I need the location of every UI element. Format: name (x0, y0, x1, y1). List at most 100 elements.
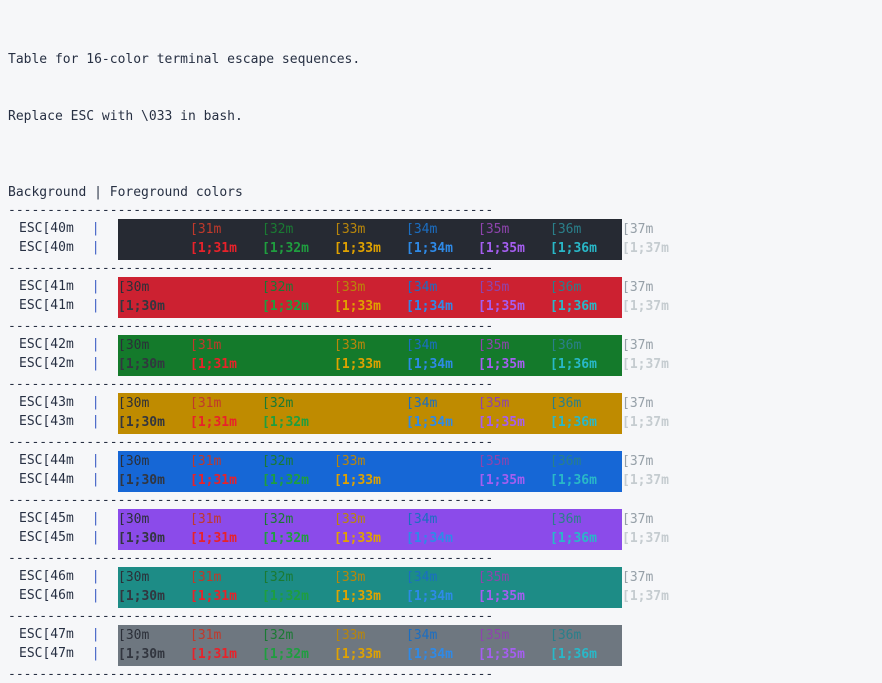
foreground-cell-32: [1;32m (262, 415, 309, 430)
foreground-cell-34: [1;34m (406, 299, 453, 314)
table-separator-41: ----------------------------------------… (8, 319, 494, 334)
foreground-cell-30: [30m (118, 280, 150, 295)
foreground-cell-30: [1;30m (118, 299, 165, 314)
foreground-cell-33: [1;33m (334, 473, 381, 488)
column-divider: | (91, 240, 100, 255)
table-separator-45: ----------------------------------------… (8, 551, 494, 566)
column-divider: | (91, 588, 100, 603)
foreground-cell-33: [1;33m (334, 241, 381, 256)
foreground-cell-36: [1;36m (550, 531, 597, 546)
foreground-cell-37: [37m (622, 396, 654, 411)
column-divider: | (91, 337, 100, 352)
background-code-text: ESC[47m (19, 627, 74, 642)
foreground-cell-35: [35m (478, 570, 510, 585)
background-code-label: ESC[44m | (19, 470, 118, 489)
foreground-cell-30: [1;30m (118, 415, 165, 430)
foreground-cell-37: [1;37m (622, 357, 669, 372)
background-code-label: ESC[47m | (19, 644, 118, 663)
background-code-label: ESC[41m | (19, 277, 118, 296)
bold-foreground-line: [1;30m[1;31m[1;32m[1;33m[1;34m[1;35m[1;3… (118, 297, 669, 316)
foreground-cell-34: [34m (406, 338, 438, 353)
foreground-cell-34: [34m (406, 222, 438, 237)
column-divider: | (91, 298, 100, 313)
background-swatch-45: [30m[31m[32m[33m[34m[35m[36m[37m[1;30m[1… (118, 509, 669, 550)
foreground-cell-35: [1;35m (478, 647, 525, 662)
intro-line-1: Table for 16-color terminal escape seque… (8, 52, 361, 67)
foreground-cell-36: [1;36m (550, 647, 597, 662)
foreground-cell-35: [35m (478, 396, 510, 411)
foreground-cell-37: [1;37m (622, 473, 669, 488)
table-row: ESC[47m | ESC[47m | [30m [31m [32m [33m [34m [35m… (4, 625, 882, 666)
foreground-cell-32: [32m (262, 454, 294, 469)
background-label-cell: ESC[40m | ESC[40m | (4, 219, 118, 257)
table-row: ESC[42m|ESC[42m|[30m[31m[32m[33m[34m[35m… (4, 335, 882, 376)
background-code-text: ESC[40m (19, 221, 74, 236)
background-code-label: ESC[42m | (19, 335, 118, 354)
intro-text: Table for 16-color terminal escape seque… (4, 12, 882, 164)
foreground-cell-30: [1;30m (118, 531, 165, 546)
table-row: ESC[43m|ESC[43m|[30m[31m[32m[33m[34m[35m… (4, 393, 882, 434)
foreground-cell-36: [1;36m (550, 241, 597, 256)
foreground-cell-35: [1;35m (478, 299, 525, 314)
foreground-cell-31: [1;31m (190, 415, 237, 430)
foreground-cell-32: [32m (262, 570, 294, 585)
foreground-cell-36: [36m (550, 628, 582, 643)
foreground-cell-30: [1;30m (118, 589, 165, 604)
foreground-cell-31: [31m (190, 396, 222, 411)
table-separator-44: ----------------------------------------… (8, 493, 494, 508)
foreground-cell-36: [36m (550, 512, 582, 527)
foreground-cell-35: [1;35m (478, 589, 525, 604)
background-swatch-44: [30m[31m[32m[33m[34m[35m[36m[37m[1;30m[1… (118, 451, 669, 492)
foreground-cell-31: [31m (190, 454, 222, 469)
column-divider: | (91, 414, 100, 429)
foreground-cell-30: [30m (118, 628, 150, 643)
background-swatch-42: [30m[31m[32m[33m[34m[35m[36m[37m[1;30m[1… (118, 335, 669, 376)
background-code-label: ESC[40m | (19, 219, 118, 238)
background-code-label: ESC[45m | (19, 528, 118, 547)
foreground-cell-31: [1;31m (190, 647, 237, 662)
foreground-cell-34: [1;34m (406, 531, 453, 546)
color-table-body: ----------------------------------------… (4, 202, 882, 683)
background-code-label: ESC[42m | (19, 354, 118, 373)
normal-foreground-line: [30m[31m[32m[33m[34m[35m[36m[37m (118, 510, 653, 529)
foreground-cell-35: [1;35m (478, 241, 525, 256)
bold-foreground-line: [1;30m[1;31m[1;32m[1;33m[1;34m[1;35m[1;3… (118, 587, 669, 606)
background-label-cell: ESC[42m | ESC[42m | (4, 335, 118, 373)
foreground-cell-30: [1;30m (118, 357, 165, 372)
background-code-label: ESC[47m | (19, 625, 118, 644)
background-swatch-43: [30m[31m[32m[33m[34m[35m[36m[37m[1;30m[1… (118, 393, 669, 434)
foreground-cell-37: [37m (622, 280, 654, 295)
background-code-label: ESC[41m | (19, 296, 118, 315)
normal-foreground-line: [30m[31m[32m[33m[34m[35m[36m[37m (118, 278, 653, 297)
bold-foreground-line: [1;30m[1;31m[1;32m[1;33m[1;34m[1;35m[1;3… (118, 529, 669, 548)
foreground-cell-31: [31m (190, 628, 222, 643)
foreground-cell-33: [1;33m (334, 589, 381, 604)
bold-foreground-line: [1;30m[1;31m[1;32m[1;33m[1;34m[1;35m[1;3… (118, 413, 669, 432)
foreground-cell-33: [33m (334, 570, 366, 585)
foreground-cell-30: [30m (118, 396, 150, 411)
background-code-label: ESC[44m | (19, 451, 118, 470)
foreground-cell-30: [30m (118, 512, 150, 527)
table-separator-40: ----------------------------------------… (8, 261, 494, 276)
foreground-cell-32: [32m (262, 512, 294, 527)
foreground-cell-37: [37m (622, 222, 654, 237)
foreground-cell-37: [37m (622, 338, 654, 353)
table-separator-46: ----------------------------------------… (8, 609, 494, 624)
background-code-label: ESC[40m | (19, 238, 118, 257)
table-row: ESC[41m|ESC[41m|[30m[31m[32m[33m[34m[35m… (4, 277, 882, 318)
column-divider: | (91, 646, 100, 661)
background-swatch-47: [30m[31m[32m[33m[34m[35m[36m[37m[1;30m[1… (118, 625, 622, 666)
background-code-text: ESC[46m (19, 588, 74, 603)
foreground-cell-34: [1;34m (406, 589, 453, 604)
background-swatch-46: [30m[31m[32m[33m[34m[35m[36m[37m[1;30m[1… (118, 567, 669, 608)
background-code-text: ESC[46m (19, 569, 74, 584)
foreground-cell-36: [1;36m (550, 415, 597, 430)
foreground-cell-31: [31m (190, 570, 222, 585)
background-label-cell: ESC[46m | ESC[46m | (4, 567, 118, 605)
foreground-cell-37: [1;37m (622, 589, 669, 604)
foreground-cell-37: [1;37m (622, 299, 669, 314)
foreground-cell-37: [1;37m (622, 415, 669, 430)
normal-foreground-line: [30m[31m[32m[33m[34m[35m[36m[37m (118, 568, 653, 587)
foreground-cell-33: [33m (334, 454, 366, 469)
column-divider: | (91, 395, 100, 410)
